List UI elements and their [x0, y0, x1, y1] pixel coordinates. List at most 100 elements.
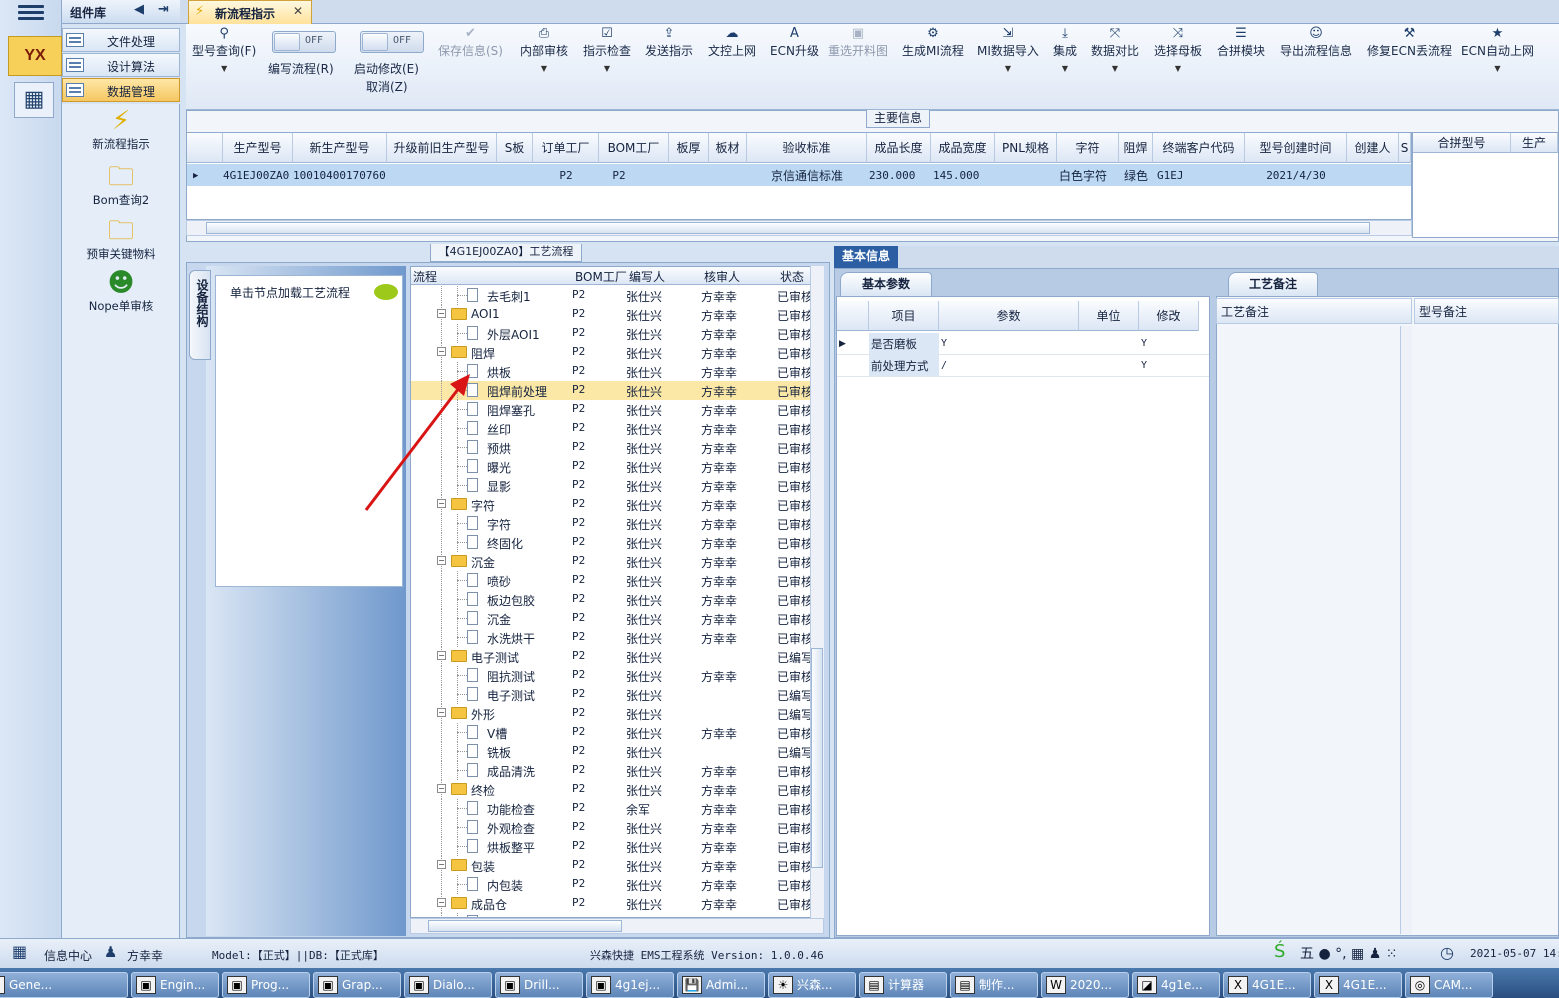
reselect-cut-diagram-button[interactable]: ▣ 重选开料图: [828, 24, 888, 59]
taskbar-item[interactable]: ◎ CAM...: [1405, 972, 1493, 998]
nope-review-item[interactable]: ☻ Nope单审核: [62, 268, 180, 314]
taskbar-item[interactable]: ▤ 计算器: [859, 972, 947, 998]
column-header[interactable]: BOM工厂: [575, 268, 627, 285]
tree-row[interactable]: 喷砂 P2 张仕兴 方幸幸 已审核: [411, 571, 815, 590]
tree-row[interactable]: − 成品仓 P2 张仕兴 方幸幸 已审核: [411, 894, 815, 913]
table-cell[interactable]: 白色字符: [1059, 165, 1107, 187]
start-modify-toggle[interactable]: OFF: [360, 31, 424, 53]
send-indication-button[interactable]: ⇪ 发送指示: [645, 24, 693, 59]
category-file-processing[interactable]: 文件处理: [62, 28, 180, 52]
table-cell[interactable]: 绿色: [1119, 165, 1153, 187]
column-header[interactable]: 板材: [709, 133, 747, 163]
tree-row[interactable]: 外层AOI1 P2 张仕兴 方幸幸 已审核: [411, 324, 815, 343]
param-modify[interactable]: Y: [1141, 333, 1147, 355]
taskbar-item[interactable]: ▣ 4g1ej...: [586, 972, 674, 998]
column-header[interactable]: S板: [497, 133, 533, 163]
column-header[interactable]: 合拼型号: [1413, 133, 1511, 153]
tree-row[interactable]: − 外形 P2 张仕兴 已编写: [411, 704, 815, 723]
tree-row[interactable]: 外观检查 P2 张仕兴 方幸幸 已审核: [411, 818, 815, 837]
table-cell[interactable]: G1EJ: [1157, 165, 1184, 187]
new-process-indication-item[interactable]: ⚡ 新流程指示: [62, 106, 180, 152]
data-compare-button[interactable]: ⤧ 数据对比 ▼: [1091, 24, 1139, 79]
save-info-button[interactable]: ✔ 保存信息(S): [438, 24, 503, 59]
tree-row[interactable]: − 电子测试 P2 张仕兴 已编写: [411, 647, 815, 666]
column-header[interactable]: 验收标准: [747, 133, 867, 163]
column-header[interactable]: 流程: [413, 268, 437, 285]
collapse-icon[interactable]: −: [437, 347, 446, 356]
tree-row[interactable]: − 沉金 P2 张仕兴 方幸幸 已审核: [411, 552, 815, 571]
tree-row[interactable]: 沉金 P2 张仕兴 方幸幸 已审核: [411, 609, 815, 628]
collapse-icon[interactable]: −: [437, 556, 446, 565]
taskbar-item[interactable]: ▤ 制作...: [950, 972, 1038, 998]
column-header[interactable]: 阻焊: [1119, 133, 1153, 163]
tree-row[interactable]: − 阻焊 P2 张仕兴 方幸幸 已审核: [411, 343, 815, 362]
tree-row[interactable]: 功能检查 P2 余军 方幸幸 已审核: [411, 799, 815, 818]
column-header[interactable]: 编写人: [629, 268, 665, 285]
taskbar-item[interactable]: W 2020...: [1041, 972, 1129, 998]
hamburger-menu-icon[interactable]: [18, 2, 44, 22]
param-item[interactable]: 前处理方式: [869, 355, 939, 377]
input-method-icon[interactable]: Ś: [1274, 941, 1285, 962]
param-value[interactable]: Y: [941, 333, 947, 355]
collapse-icon[interactable]: −: [437, 784, 446, 793]
integrate-button[interactable]: ⤓ 集成 ▼: [1053, 24, 1077, 79]
app-logo-icon[interactable]: YX: [8, 36, 62, 76]
collapse-icon[interactable]: −: [437, 651, 446, 660]
taskbar-item[interactable]: X 4G1E...: [1223, 972, 1311, 998]
pin-icon[interactable]: ⇥: [158, 2, 169, 17]
tree-row[interactable]: 字符 P2 张仕兴 方幸幸 已审核: [411, 514, 815, 533]
calculator-icon[interactable]: ▦: [14, 82, 54, 118]
tab-process-memo[interactable]: 工艺备注: [1228, 272, 1318, 296]
tab-equipment-structure[interactable]: 设备结构: [189, 270, 211, 360]
column-header[interactable]: 型号备注: [1414, 298, 1559, 324]
taskbar-item[interactable]: 💾 Admi...: [677, 972, 765, 998]
collapse-icon[interactable]: −: [437, 708, 446, 717]
tab-basic-info[interactable]: 基本信息: [834, 246, 898, 268]
taskbar-item[interactable]: ▣ Engin...: [131, 972, 219, 998]
column-header[interactable]: 终端客户代码: [1153, 133, 1245, 163]
taskbar-item[interactable]: ▣ Prog...: [222, 972, 310, 998]
collapse-icon[interactable]: −: [437, 898, 446, 907]
tree-row[interactable]: 成品清洗 P2 张仕兴 方幸幸 已审核: [411, 761, 815, 780]
tree-row[interactable]: 阻抗测试 P2 张仕兴 方幸幸 已审核: [411, 666, 815, 685]
column-header[interactable]: 修改: [1139, 301, 1199, 331]
category-design-algorithm[interactable]: 设计算法: [62, 53, 180, 77]
tree-row[interactable]: 电子测试 P2 张仕兴 已编写: [411, 685, 815, 704]
column-header[interactable]: 升级前旧生产型号: [387, 133, 497, 163]
tree-row[interactable]: 内包装 P2 张仕兴 方幸幸 已审核: [411, 875, 815, 894]
scrollbar-thumb[interactable]: [428, 920, 622, 932]
merge-module-button[interactable]: ☰ 合拼模块: [1217, 24, 1265, 59]
column-header[interactable]: 生产型号: [223, 133, 293, 163]
table-cell[interactable]: 4G1EJ00ZA0: [223, 165, 289, 187]
internal-review-button[interactable]: ⎙ 内部审核 ▼: [520, 24, 568, 79]
indication-check-button[interactable]: ☑ 指示检查 ▼: [583, 24, 631, 79]
ime-toolbar-icon[interactable]: 五 ● °, ▦ ♟ ⁙: [1300, 943, 1397, 963]
ecn-upgrade-button[interactable]: A ECN升级: [770, 24, 819, 59]
category-data-management[interactable]: 数据管理: [62, 78, 180, 102]
column-header[interactable]: BOM工厂: [599, 133, 669, 163]
column-header[interactable]: S: [1399, 133, 1411, 163]
table-cell[interactable]: 145.000: [933, 165, 979, 187]
column-header[interactable]: PNL规格: [995, 133, 1057, 163]
tree-row[interactable]: 铣板 P2 张仕兴 已编写: [411, 742, 815, 761]
table-cell[interactable]: 10010400170760: [293, 165, 386, 187]
taskbar-item[interactable]: ◪ 4g1e...: [1132, 972, 1220, 998]
column-header[interactable]: 项目: [869, 301, 939, 331]
info-center-link[interactable]: 信息中心: [44, 947, 92, 964]
param-value[interactable]: /: [941, 355, 947, 377]
cancel-button[interactable]: 取消(Z): [366, 78, 408, 95]
close-icon[interactable]: ✕: [293, 4, 303, 18]
column-header[interactable]: 核审人: [704, 268, 740, 285]
vertical-scrollbar[interactable]: [1400, 326, 1412, 934]
tree-row[interactable]: − 终检 P2 张仕兴 方幸幸 已审核: [411, 780, 815, 799]
scrollbar-thumb[interactable]: [206, 222, 1370, 234]
column-header[interactable]: 字符: [1057, 133, 1119, 163]
tree-row[interactable]: 终固化 P2 张仕兴 方幸幸 已审核: [411, 533, 815, 552]
tab-new-process[interactable]: ⚡ 新流程指示 ✕: [188, 0, 312, 24]
param-modify[interactable]: Y: [1141, 355, 1147, 377]
tab-basic-params[interactable]: 基本参数: [840, 272, 932, 296]
taskbar-item[interactable]: X 4G1E...: [1314, 972, 1402, 998]
tree-row[interactable]: 板边包胶 P2 张仕兴 方幸幸 已审核: [411, 590, 815, 609]
table-cell[interactable]: 230.000: [869, 165, 915, 187]
tree-row[interactable]: 烘板整平 P2 张仕兴 方幸幸 已审核: [411, 837, 815, 856]
